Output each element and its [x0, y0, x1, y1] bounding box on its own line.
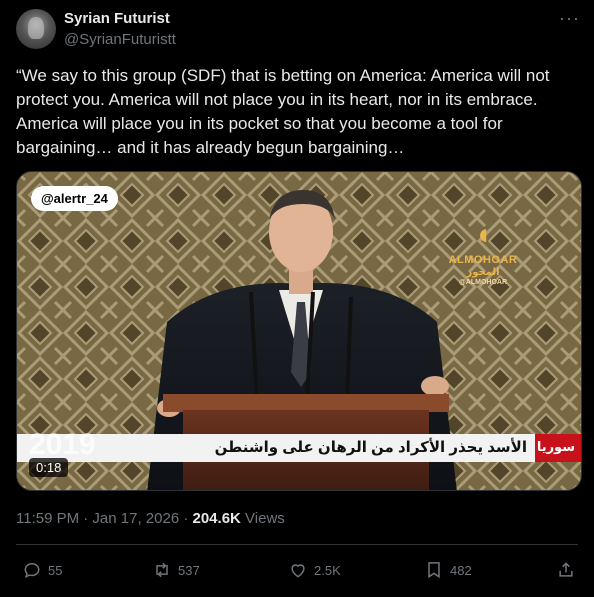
news-ticker: سوريا الأسد يحذر الأكراد من الرهان على و…	[17, 434, 581, 462]
views-label: Views	[245, 510, 285, 527]
reply-button[interactable]: 55	[22, 558, 62, 582]
channel-logo-icon: ◖	[473, 218, 493, 251]
bookmark-count: 482	[450, 562, 472, 578]
divider	[16, 544, 578, 545]
repost-icon	[156, 562, 168, 578]
author-display-name[interactable]: Syrian Futurist	[64, 10, 170, 27]
bookmark-icon	[428, 562, 440, 579]
heart-icon	[291, 564, 305, 578]
like-count: 2.5K	[314, 562, 341, 578]
like-button[interactable]: 2.5K	[288, 558, 341, 582]
channel-name-arabic: المحور	[466, 267, 500, 278]
video-media[interactable]: @alertr_24 ◖ ALMOHOAR المحور @ALMOHOAR س…	[16, 171, 582, 491]
video-duration: 0:18	[29, 458, 69, 477]
tweet-meta: 11:59 PM · Jan 17, 2026 · 204.6K Views	[16, 510, 285, 527]
author-handle[interactable]: @SyrianFuturistt	[64, 31, 176, 48]
tweet: Syrian Futurist @SyrianFuturistt ··· “We…	[0, 0, 594, 597]
channel-logo: ◖ ALMOHOAR المحور @ALMOHOAR	[443, 218, 523, 287]
watermark-handle: @alertr_24	[31, 186, 118, 211]
repost-button[interactable]: 537	[152, 558, 200, 582]
channel-name: ALMOHOAR	[448, 254, 518, 266]
ticker-headline: الأسد يحذر الأكراد من الرهان على واشنطن	[214, 439, 527, 456]
channel-handle: @ALMOHOAR	[458, 279, 508, 286]
bookmark-button[interactable]: 482	[424, 558, 472, 582]
share-icon	[559, 562, 573, 577]
views-count: 204.6K	[192, 510, 241, 527]
ticker-label: سوريا	[536, 439, 575, 454]
year-overlay: 2019	[29, 428, 96, 461]
more-icon[interactable]: ···	[559, 8, 580, 29]
repost-count: 537	[178, 562, 200, 578]
tweet-text: “We say to this group (SDF) that is bett…	[16, 66, 550, 157]
avatar[interactable]	[16, 9, 56, 49]
reply-count: 55	[48, 562, 63, 578]
share-button[interactable]	[556, 558, 576, 582]
reply-icon	[24, 562, 40, 579]
timestamp[interactable]: 11:59 PM · Jan 17, 2026 ·	[16, 510, 188, 527]
